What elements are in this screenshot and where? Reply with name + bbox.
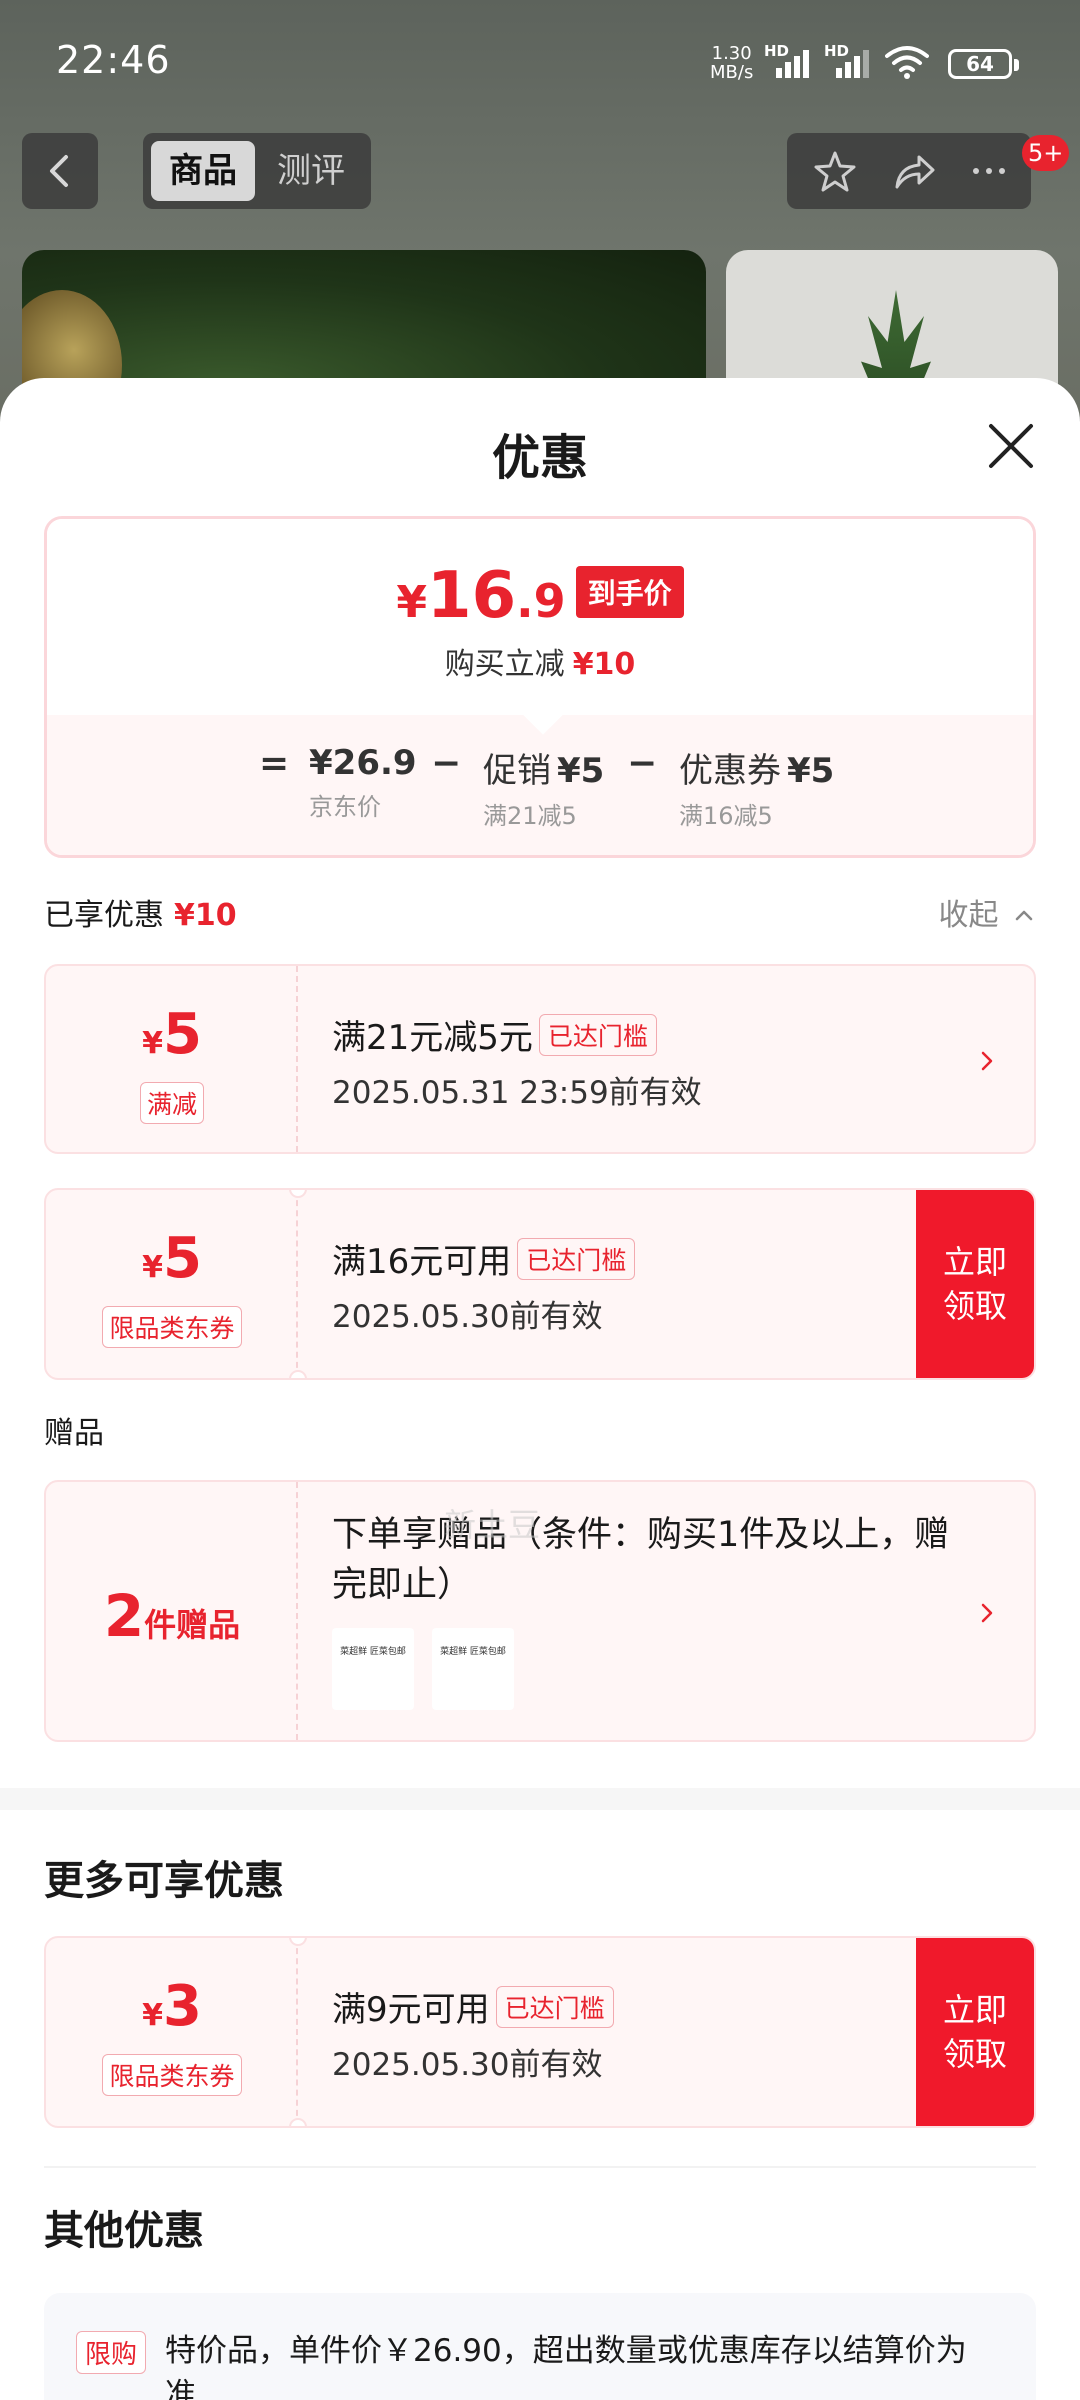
promo-discount: 促销 ¥5 满21减5 [483,751,605,830]
star-icon[interactable] [805,141,865,201]
chevron-right-icon[interactable] [974,1600,1000,1626]
share-icon[interactable] [883,141,943,201]
other-discounts-heading: 其他优惠 [44,2208,204,2254]
coupon-kind: 满减 [46,1082,298,1124]
status-bar: 22:46 1.30 MB/s HD HD 64 [0,0,1080,125]
gift-heading: 赠品 [44,1416,104,1451]
tab-product[interactable]: 商品 [151,141,255,201]
final-price-tag: 到手价 [575,566,684,618]
coupon-title: 满9元可用 [332,1990,490,2030]
price-breakdown: = ¥26.9 京东价 − 促销 ¥5 满21减5 − 优惠券 ¥5 满16减5 [47,715,1033,855]
coupon-kind: 限品类东券 [46,1306,298,1348]
tab-review[interactable]: 测评 [259,141,363,201]
gift-thumbnails: 菜超鲜 匠菜包邮 菜超鲜 匠菜包邮 [332,1628,514,1710]
coupon-amount: ¥5 [142,1002,202,1067]
promo-note: 满21减5 [483,802,577,830]
limit-text: 特价品，单件价￥26.90，超出数量或优惠库存以结算价为准 [165,2333,967,2400]
nav-actions [787,133,1031,209]
promotion-coupon[interactable]: ¥5 满减 满21元减5元 已达门槛 2025.05.31 23:59前有效 [44,964,1036,1154]
more-icon[interactable] [959,141,1019,201]
coupon-amount: ¥5 [142,1226,202,1291]
coupon-value-area: ¥5 满减 [46,966,298,1152]
category-coupon: ¥3 限品类东券 满9元可用 已达门槛 2025.05.30前有效 立即 领取 [44,1936,1036,2128]
jd-price-note: 京东价 [309,793,381,821]
section-divider [44,2166,1036,2168]
coupon-value-area: ¥3 限品类东券 [46,1938,298,2126]
coupon-info: 满16元可用 已达门槛 2025.05.30前有效 [332,1234,636,1336]
category-coupon: ¥5 限品类东券 满16元可用 已达门槛 2025.05.30前有效 立即 领取 [44,1188,1036,1380]
minus-sign: − [431,743,462,784]
threshold-reached-badge: 已达门槛 [517,1238,636,1280]
product-tabs: 商品 测评 [143,133,371,209]
gift-thumbnail[interactable]: 菜超鲜 匠菜包邮 [432,1628,514,1710]
equals-sign: = [259,743,290,784]
discount-sheet: 优惠 = ¥26.9 京东价 − 促销 ¥5 满21减5 − 优惠券 ¥5 满16减… [0,378,1080,2400]
background-page: 22:46 1.30 MB/s HD HD 64 商品 测评 5+ [0,0,1080,420]
jd-price: ¥26.9 京东价 [309,743,417,821]
price-summary-card: = ¥26.9 京东价 − 促销¥5 满21减5 − 优惠券¥5 满16减5 [44,516,1036,858]
minus-sign: − [627,743,658,784]
status-time: 22:46 [56,38,171,82]
coupon-expiry: 2025.05.31 23:59前有效 [332,1075,702,1111]
coupon-discount: 优惠券 ¥5 满16减5 [679,751,835,830]
sheet-title: 优惠 [491,430,588,486]
wifi-icon [885,46,929,79]
coupon-info: 满21元减5元 已达门槛 2025.05.31 23:59前有效 [332,1010,702,1112]
coupon-amount: ¥3 [142,1974,202,2039]
coupon-title: 满21元减5元 [332,1018,533,1058]
enjoyed-label: 已享优惠 ¥10 [44,898,237,933]
claim-coupon-button[interactable]: 立即 领取 [916,1190,1034,1378]
section-divider [0,1788,1080,1810]
gift-thumbnail[interactable]: 菜超鲜 匠菜包邮 [332,1628,414,1710]
chevron-right-icon[interactable] [974,1048,1000,1074]
enjoyed-discount-row: 已享优惠 ¥10 收起 [44,890,1036,934]
chevron-up-icon [1015,910,1033,921]
final-price-area: ¥16.9 到手价 购买立减 ¥10 [47,519,1033,715]
network-speed: 1.30 MB/s [710,43,754,83]
limit-tag: 限购 [76,2331,147,2374]
gift-count: 2件赠品 [103,1582,241,1650]
claim-coupon-button[interactable]: 立即 领取 [916,1938,1034,2126]
watermark: 新土豆 [444,1506,541,1544]
coupon-kind: 限品类东券 [46,2054,298,2096]
final-price: ¥16.9 到手价 [47,559,1033,633]
coupon-info: 满9元可用 已达门槛 2025.05.30前有效 [332,1982,614,2084]
collapse-button[interactable]: 收起 [938,890,1036,934]
threshold-reached-badge: 已达门槛 [538,1014,657,1056]
signal-icon: HD [764,42,824,78]
more-discounts-heading: 更多可享优惠 [44,1858,284,1904]
battery-icon: 64 [948,49,1019,79]
coupon-expiry: 2025.05.30前有效 [332,2047,603,2083]
message-badge: 5+ [1022,135,1070,171]
coupon-value-area: ¥5 限品类东券 [46,1190,298,1378]
coupon-note: 满16减5 [679,802,773,830]
signal-icon: HD [824,42,884,78]
gift-description: 下单享赠品（条件：购买1件及以上，赠完即止） [332,1515,950,1605]
coupon-title: 满16元可用 [332,1242,512,1282]
purchase-limit-note: 限购 特价品，单件价￥26.90，超出数量或优惠库存以结算价为准 [44,2293,1036,2400]
close-icon[interactable] [985,420,1037,472]
threshold-reached-badge: 已达门槛 [495,1986,614,2028]
back-button[interactable] [22,133,98,209]
price-equation: = ¥26.9 京东价 − 促销 ¥5 满21减5 − 优惠券 ¥5 满16减5 [47,743,1033,833]
back-arrow-icon [50,155,68,187]
coupon-expiry: 2025.05.30前有效 [332,1299,603,1335]
instant-discount: 购买立减 ¥10 [444,647,636,682]
